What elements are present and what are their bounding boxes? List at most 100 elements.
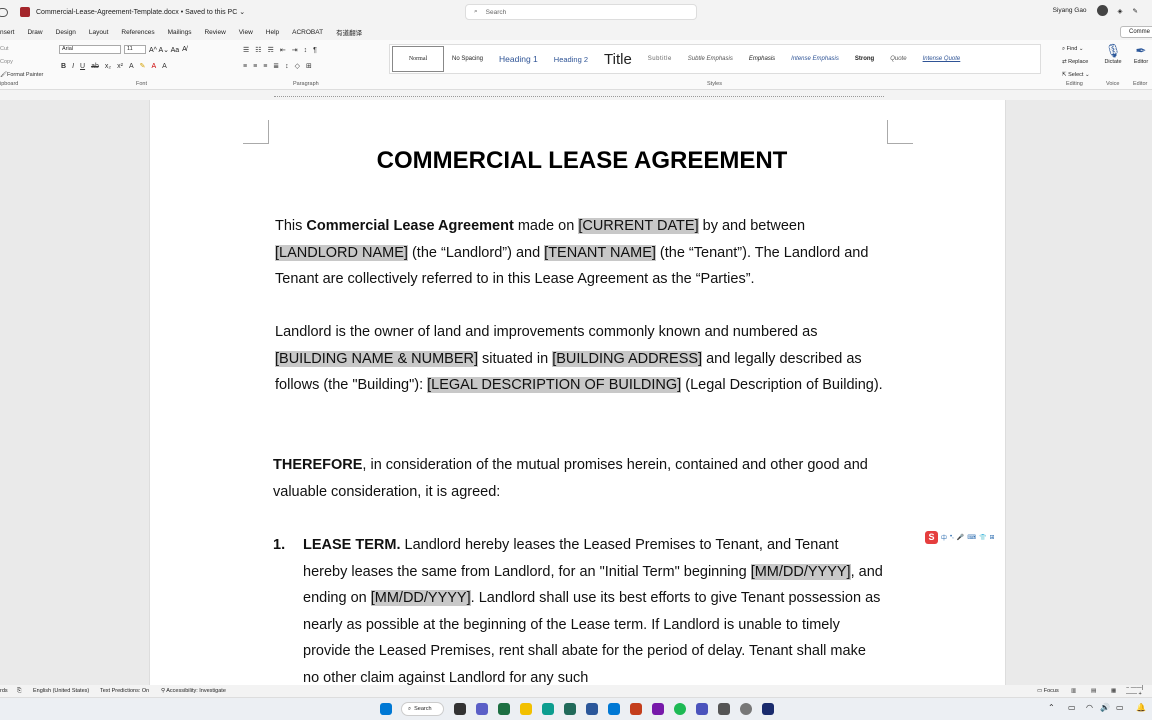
edge-icon[interactable]: [542, 703, 554, 715]
diamond-icon[interactable]: ◈: [1118, 7, 1123, 15]
copy-button[interactable]: Copy: [0, 56, 43, 69]
style-item[interactable]: Heading 2: [546, 46, 596, 72]
ribbon-tab[interactable]: Layout: [89, 29, 109, 36]
style-item[interactable]: Intense Emphasis: [783, 46, 847, 72]
multilevel-icon[interactable]: ☴: [268, 46, 274, 54]
spotify-icon[interactable]: [674, 703, 686, 715]
powerpoint-icon[interactable]: [630, 703, 642, 715]
ribbon-tab[interactable]: ACROBAT: [292, 29, 323, 36]
clear-format-icon[interactable]: A̸: [182, 46, 187, 53]
save-icon[interactable]: [20, 7, 30, 17]
start-icon[interactable]: [380, 703, 392, 715]
dictate-button[interactable]: 🎙 Dictate: [1103, 43, 1123, 65]
shading-icon[interactable]: ◇: [295, 62, 300, 70]
file-explorer-icon[interactable]: [520, 703, 532, 715]
font-size-select[interactable]: 11: [124, 45, 146, 54]
style-item[interactable]: Heading 1: [491, 46, 546, 72]
outlook-icon[interactable]: [608, 703, 620, 715]
accessibility-status[interactable]: ⚲ Accessibility: Investigate: [161, 688, 226, 694]
grow-font-icon[interactable]: A^ A⌄ Aa: [149, 46, 179, 54]
placeholder-field[interactable]: [MM/DD/YYYY]: [750, 563, 851, 580]
style-item[interactable]: Strong: [847, 46, 882, 72]
placeholder-field[interactable]: [MM/DD/YYYY]: [370, 590, 471, 607]
numbering-icon[interactable]: ☷: [255, 46, 261, 54]
text-predictions-status[interactable]: Text Predictions: On: [100, 688, 149, 694]
battery-icon[interactable]: ▭: [1116, 703, 1124, 712]
placeholder-field[interactable]: [LEGAL DESCRIPTION OF BUILDING]: [427, 377, 682, 394]
tray-icon-1[interactable]: ▭: [1068, 703, 1076, 712]
justify-icon[interactable]: ≣: [273, 62, 279, 70]
app-icon-2[interactable]: [762, 703, 774, 715]
align-left-icon[interactable]: ≡: [243, 63, 247, 70]
font-color-icon[interactable]: A: [151, 63, 156, 70]
text-effects-icon[interactable]: A: [129, 63, 134, 70]
pilcrow-icon[interactable]: ¶: [313, 47, 317, 54]
comments-button[interactable]: Comme: [1120, 26, 1152, 38]
ribbon-tab[interactable]: 有道翻译: [336, 27, 362, 37]
align-right-icon[interactable]: ≡: [263, 63, 267, 70]
pen-icon[interactable]: ✎: [1133, 7, 1138, 15]
style-item[interactable]: Emphasis: [741, 46, 783, 72]
placeholder-field[interactable]: [TENANT NAME]: [544, 244, 656, 261]
ime-toolbar[interactable]: S 中 •, 🎤 ⌨ 👕 ⊞: [925, 530, 1013, 544]
chrome-icon[interactable]: [740, 703, 752, 715]
line-spacing-icon[interactable]: ↕: [285, 63, 289, 70]
ribbon-tab[interactable]: Help: [266, 29, 279, 36]
app-icon[interactable]: [564, 703, 576, 715]
bold-button[interactable]: B: [61, 63, 66, 70]
style-item[interactable]: Intense Quote: [915, 46, 969, 72]
style-item[interactable]: Normal: [392, 46, 444, 72]
ime-keyboard-icon[interactable]: ⌨: [967, 534, 976, 541]
style-item[interactable]: Subtle Emphasis: [680, 46, 741, 72]
ime-punct-icon[interactable]: •,: [950, 534, 954, 540]
replace-button[interactable]: ⇄ Replace: [1062, 56, 1090, 69]
volume-icon[interactable]: 🔊: [1100, 703, 1110, 712]
task-view-icon[interactable]: [454, 703, 466, 715]
focus-button[interactable]: ▭ Focus: [1037, 688, 1059, 694]
search-box[interactable]: ⌕ Search: [465, 4, 697, 20]
char-shading-icon[interactable]: A: [162, 63, 167, 70]
word-icon[interactable]: [586, 703, 598, 715]
style-item[interactable]: Subtitle: [640, 46, 680, 72]
bullets-icon[interactable]: ☰: [243, 46, 249, 54]
style-item[interactable]: Title: [596, 46, 640, 72]
web-layout-icon[interactable]: ▦: [1111, 688, 1116, 694]
proofing-icon[interactable]: ⎘: [17, 688, 21, 695]
sort-icon[interactable]: ↕: [304, 47, 308, 54]
tray-chevron-icon[interactable]: ⌃: [1048, 703, 1055, 712]
italic-button[interactable]: I: [72, 63, 74, 70]
print-layout-icon[interactable]: ▤: [1091, 688, 1096, 694]
placeholder-field[interactable]: [LANDLORD NAME]: [275, 244, 408, 261]
ime-mode[interactable]: 中: [941, 533, 947, 542]
ime-menu-icon[interactable]: ⊞: [989, 534, 994, 541]
notification-icon[interactable]: 🔔: [1136, 703, 1146, 712]
zoom-slider[interactable]: − ——|—— +: [1126, 685, 1152, 697]
placeholder-field[interactable]: [BUILDING NAME & NUMBER]: [275, 350, 479, 367]
cut-button[interactable]: Cut: [0, 43, 43, 56]
subscript-button[interactable]: x₂: [105, 63, 111, 70]
word-count[interactable]: rds: [0, 688, 8, 694]
ribbon-tab[interactable]: References: [121, 29, 154, 36]
highlight-icon[interactable]: ✎: [140, 62, 146, 70]
document-page[interactable]: COMMERCIAL LEASE AGREEMENT This Commerci…: [149, 100, 1006, 686]
borders-icon[interactable]: ⊞: [306, 62, 312, 70]
avatar[interactable]: [1096, 5, 1108, 16]
ime-skin-icon[interactable]: 👕: [979, 534, 986, 541]
settings-icon[interactable]: [718, 703, 730, 715]
style-item[interactable]: Quote: [882, 46, 914, 72]
ribbon-tab[interactable]: Design: [56, 29, 76, 36]
ribbon-tab[interactable]: nsert: [0, 29, 14, 36]
taskbar-search[interactable]: ⌕ Search: [401, 702, 444, 716]
language-status[interactable]: English (United States): [33, 688, 89, 694]
ribbon-tab[interactable]: Review: [204, 29, 225, 36]
ribbon-tab[interactable]: Draw: [27, 29, 42, 36]
placeholder-field[interactable]: [CURRENT DATE]: [578, 218, 699, 234]
wifi-icon[interactable]: ◠: [1086, 703, 1093, 712]
teams-icon[interactable]: [476, 703, 488, 715]
decrease-indent-icon[interactable]: ⇤: [280, 46, 286, 54]
placeholder-field[interactable]: [BUILDING ADDRESS]: [552, 350, 703, 367]
read-mode-icon[interactable]: ▥: [1071, 688, 1076, 694]
superscript-button[interactable]: x²: [117, 63, 123, 70]
excel-icon[interactable]: [498, 703, 510, 715]
horizontal-ruler[interactable]: [0, 90, 1152, 100]
